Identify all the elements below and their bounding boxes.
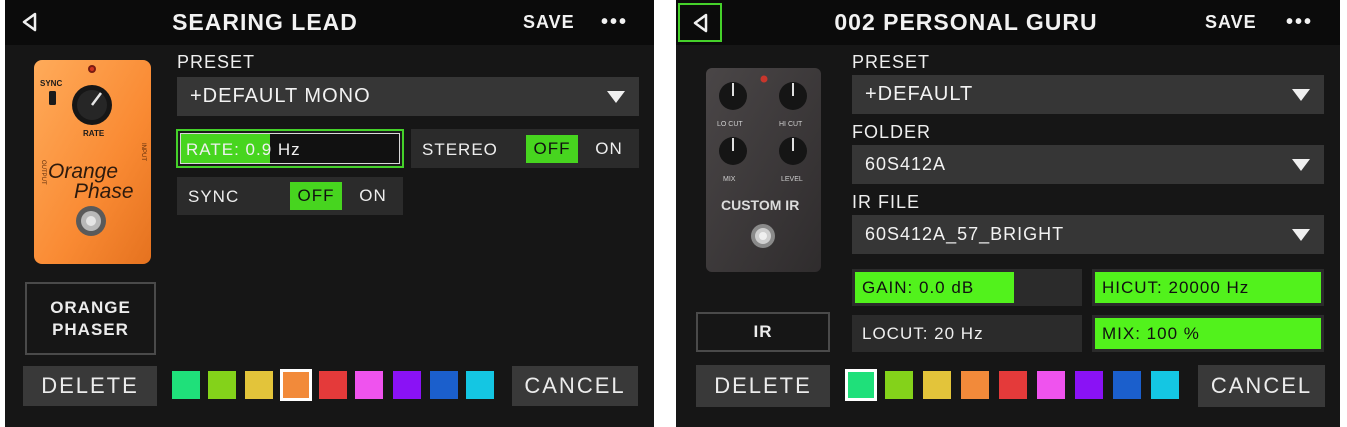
model-name-line-2: PHASER [52, 319, 129, 339]
stereo-label: STEREO [422, 140, 498, 159]
orange-phaser-pedal-image: SYNC RATE OUTPUT INPUT Orange Phase [32, 58, 153, 266]
color-swatch[interactable] [923, 371, 951, 399]
color-swatch[interactable] [172, 371, 200, 399]
pedal-input-text: INPUT [140, 143, 146, 161]
chevron-down-icon [1292, 158, 1310, 171]
delete-button[interactable]: DELETE [696, 365, 830, 407]
sync-on-toggle[interactable]: ON [347, 182, 399, 210]
pedal-name-text: CUSTOM IR [721, 197, 799, 213]
pedal-output-text: OUTPUT [40, 160, 46, 185]
back-arrow-icon [22, 12, 37, 32]
pedal-sync-text: SYNC [40, 79, 62, 88]
color-swatch[interactable] [355, 371, 383, 399]
model-button[interactable]: ORANGE PHASER [25, 282, 156, 355]
cancel-button[interactable]: CANCEL [512, 366, 638, 406]
preset-label: PRESET [177, 52, 256, 72]
save-button[interactable]: SAVE [1205, 0, 1257, 45]
color-swatch[interactable] [280, 369, 312, 401]
pedal-brand-text-2: Phase [74, 180, 134, 203]
rate-value: RATE: 0.9 Hz [186, 140, 301, 159]
back-button[interactable] [678, 3, 722, 42]
color-swatch[interactable] [1113, 371, 1141, 399]
folder-label: FOLDER [852, 122, 932, 142]
color-swatch[interactable] [961, 371, 989, 399]
more-menu-icon[interactable]: ••• [601, 0, 628, 45]
preset-title: 002 PERSONAL GURU [834, 9, 1098, 35]
preset-value: +DEFAULT [865, 83, 974, 105]
mix-slider[interactable]: MIX: 100 % [1092, 315, 1324, 352]
color-swatch[interactable] [1037, 371, 1065, 399]
preset-title: SEARING LEAD [172, 9, 358, 35]
color-swatch[interactable] [885, 371, 913, 399]
model-button[interactable]: IR [696, 312, 830, 352]
ir-file-value: 60S412A_57_BRIGHT [865, 224, 1065, 244]
folder-value: 60S412A [865, 154, 947, 174]
save-button[interactable]: SAVE [523, 0, 575, 45]
locut-value: LOCUT: 20 Hz [862, 324, 984, 343]
color-swatch[interactable] [1151, 371, 1179, 399]
more-menu-icon[interactable]: ••• [1286, 0, 1313, 45]
pedal-mix-text: MIX [723, 176, 736, 183]
color-swatch[interactable] [245, 371, 273, 399]
preset-label: PRESET [852, 52, 931, 72]
color-swatch[interactable] [393, 371, 421, 399]
pedal-rate-text: RATE [83, 129, 105, 138]
delete-button[interactable]: DELETE [23, 366, 157, 406]
top-bar: SEARING LEAD SAVE ••• [5, 0, 654, 45]
edit-screen-personal-guru: 002 PERSONAL GURU SAVE ••• LO CUT HI CUT… [676, 0, 1340, 427]
preset-value: +DEFAULT MONO [190, 85, 371, 107]
color-swatch[interactable] [430, 371, 458, 399]
color-swatch[interactable] [1075, 371, 1103, 399]
chevron-down-icon [1292, 228, 1310, 241]
model-name-line-1: ORANGE [50, 297, 131, 317]
model-name: IR [753, 322, 773, 341]
ir-file-label: IR FILE [852, 192, 921, 212]
stereo-off-toggle[interactable]: OFF [526, 135, 578, 163]
folder-dropdown[interactable]: 60S412A [852, 145, 1324, 184]
sync-label: SYNC [188, 187, 240, 206]
mix-value: MIX: 100 % [1102, 324, 1200, 343]
color-swatch[interactable] [208, 371, 236, 399]
locut-slider[interactable]: LOCUT: 20 Hz [852, 315, 1082, 352]
pedal-locut-text: LO CUT [717, 121, 743, 128]
edit-screen-searing-lead: SEARING LEAD SAVE ••• SYNC RATE OUTPUT I… [5, 0, 654, 427]
preset-dropdown[interactable]: +DEFAULT [852, 75, 1324, 114]
color-swatch[interactable] [845, 369, 877, 401]
color-swatch[interactable] [466, 371, 494, 399]
preset-dropdown[interactable]: +DEFAULT MONO [177, 77, 639, 116]
sync-off-toggle[interactable]: OFF [290, 182, 342, 210]
color-swatch[interactable] [319, 371, 347, 399]
top-bar: 002 PERSONAL GURU SAVE ••• [676, 0, 1340, 45]
ir-file-dropdown[interactable]: 60S412A_57_BRIGHT [852, 215, 1324, 254]
gain-value: GAIN: 0.0 dB [862, 278, 975, 297]
color-swatch[interactable] [999, 371, 1027, 399]
stereo-on-toggle[interactable]: ON [582, 135, 636, 163]
rate-slider[interactable]: RATE: 0.9 Hz [176, 129, 404, 168]
back-arrow-icon [693, 13, 708, 32]
hicut-slider[interactable]: HICUT: 20000 Hz [1092, 269, 1324, 306]
back-button[interactable] [9, 4, 49, 40]
chevron-down-icon [1292, 88, 1310, 101]
cancel-button[interactable]: CANCEL [1198, 365, 1325, 407]
pedal-level-text: LEVEL [781, 176, 803, 183]
custom-ir-pedal-image: LO CUT HI CUT MIX LEVEL CUSTOM IR [705, 66, 822, 274]
pedal-hicut-text: HI CUT [779, 121, 803, 128]
chevron-down-icon [607, 90, 625, 103]
hicut-value: HICUT: 20000 Hz [1102, 278, 1250, 297]
gain-slider[interactable]: GAIN: 0.0 dB [852, 269, 1082, 306]
